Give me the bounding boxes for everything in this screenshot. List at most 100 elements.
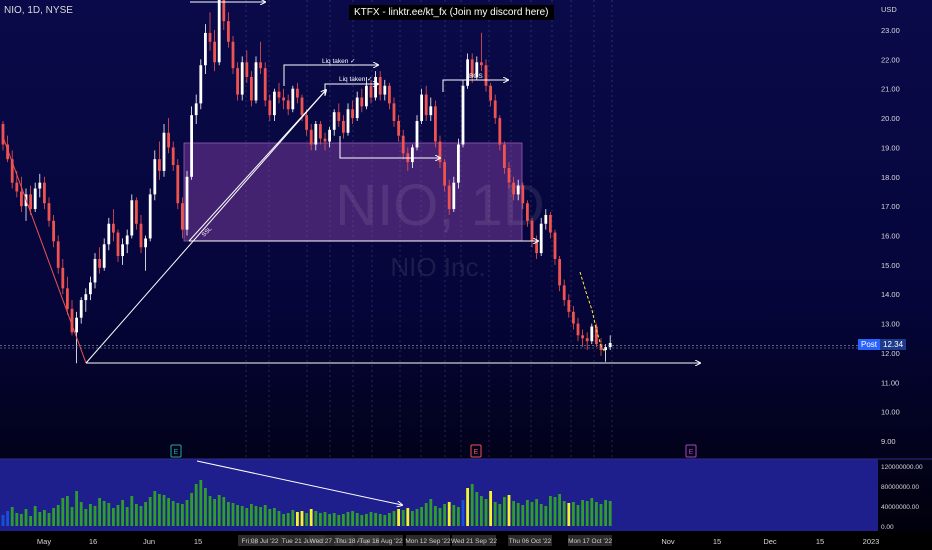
candle-body <box>461 85 465 145</box>
candle-body <box>199 65 203 104</box>
volume-bar <box>98 498 101 526</box>
candle-body <box>263 68 267 101</box>
candle-body <box>84 294 88 301</box>
volume-bar <box>314 511 318 526</box>
candle-body <box>1 123 5 145</box>
volume-bar <box>245 508 249 526</box>
candle-body <box>503 144 506 168</box>
price-tick-label: 19.00 <box>881 143 900 152</box>
chart-canvas[interactable]: NIO, 1D NIO Inc. Liq taken ✓ Liq taken ✓… <box>0 0 932 550</box>
volume-bar <box>75 491 78 526</box>
volume-bar <box>309 509 313 526</box>
volume-bar <box>144 502 147 526</box>
volume-bar <box>332 513 336 526</box>
volume-bar <box>148 497 152 526</box>
candle-body <box>89 282 92 295</box>
price-tick-label: 20.00 <box>881 114 900 123</box>
candle-body <box>116 232 120 257</box>
candle-body <box>590 326 594 342</box>
candle-body <box>319 123 322 139</box>
time-tick-label: 15 <box>194 537 202 546</box>
candle-body <box>102 244 106 268</box>
volume-bar <box>20 514 23 526</box>
symbol-label: NIO, 1D, NYSE <box>4 5 73 16</box>
candle-body <box>424 94 428 116</box>
volume-bar <box>342 514 345 526</box>
volume-bar <box>194 484 198 526</box>
volume-bar <box>572 502 575 526</box>
candle-body <box>240 62 244 95</box>
candle-body <box>411 147 414 163</box>
volume-bar <box>38 512 42 526</box>
candle-body <box>576 323 580 336</box>
time-tick-label: Dec <box>763 537 777 546</box>
volume-bar <box>79 502 83 526</box>
price-tick-label: 17.00 <box>881 202 900 211</box>
price-tick-label: 22.00 <box>881 55 900 64</box>
candle-body <box>112 223 115 233</box>
candle-body <box>374 76 377 98</box>
volume-bar <box>604 500 607 526</box>
volume-bar <box>52 508 55 526</box>
earnings-marker-label: E <box>474 449 479 456</box>
volume-bar <box>434 506 437 526</box>
volume-bar <box>254 506 258 526</box>
candle-body <box>222 0 226 22</box>
currency-label: USD <box>881 5 897 14</box>
candle-body <box>98 258 101 268</box>
volume-bar <box>544 506 548 526</box>
candle-body <box>337 112 341 122</box>
volume-bar <box>84 509 88 526</box>
volume-bar <box>56 505 60 526</box>
volume-bar <box>360 515 364 526</box>
candle-body <box>553 232 557 259</box>
volume-bar <box>535 499 538 526</box>
time-axis: May16Jun15JulNov15Dec152023 Fri 08 Jul '… <box>0 531 932 550</box>
volume-bar <box>171 501 175 526</box>
candle-body <box>378 76 382 95</box>
candle-body <box>516 185 520 195</box>
candle-body <box>148 194 152 239</box>
candle-body <box>489 85 492 101</box>
candle-body <box>153 159 157 195</box>
candle-body <box>259 62 262 69</box>
volume-bar <box>112 508 115 526</box>
candle-body <box>61 267 65 289</box>
volume-bar <box>181 504 184 526</box>
volume-bar <box>415 509 419 526</box>
candle-body <box>139 223 143 248</box>
volume-bar <box>351 511 354 526</box>
candle-body <box>204 32 207 66</box>
price-tick-label: 13.00 <box>881 320 900 329</box>
volume-bar <box>259 507 262 526</box>
candle-body <box>314 123 318 145</box>
volume-bar <box>24 509 28 526</box>
candle-body <box>521 185 525 204</box>
volume-bar <box>167 498 170 526</box>
volume-bar <box>240 506 244 526</box>
volume-bar <box>388 513 391 526</box>
volume-bar <box>599 504 603 526</box>
candle-body <box>355 97 359 119</box>
volume-bar <box>447 502 451 526</box>
volume-bar <box>268 509 272 526</box>
price-tick-label: 23.00 <box>881 26 900 35</box>
candle-body <box>121 244 124 257</box>
candle-body <box>254 62 258 101</box>
volume-bar <box>176 503 180 526</box>
volume-bar <box>300 511 304 526</box>
volume-bar <box>93 506 97 526</box>
candle-body <box>185 176 189 230</box>
candle-body <box>383 85 387 95</box>
title-banner: KTFX - linktr.ee/kt_fx (Join my discord … <box>349 5 554 20</box>
price-tick-label: 21.00 <box>881 85 900 94</box>
volume-bar <box>452 505 456 526</box>
candle-body <box>213 41 216 63</box>
candle-body <box>434 106 437 142</box>
volume-bar <box>365 514 368 526</box>
volume-bar <box>6 511 9 526</box>
volume-bar <box>401 510 405 526</box>
volume-bar <box>135 504 138 526</box>
candle-body <box>535 241 538 254</box>
candle-body <box>130 200 134 236</box>
